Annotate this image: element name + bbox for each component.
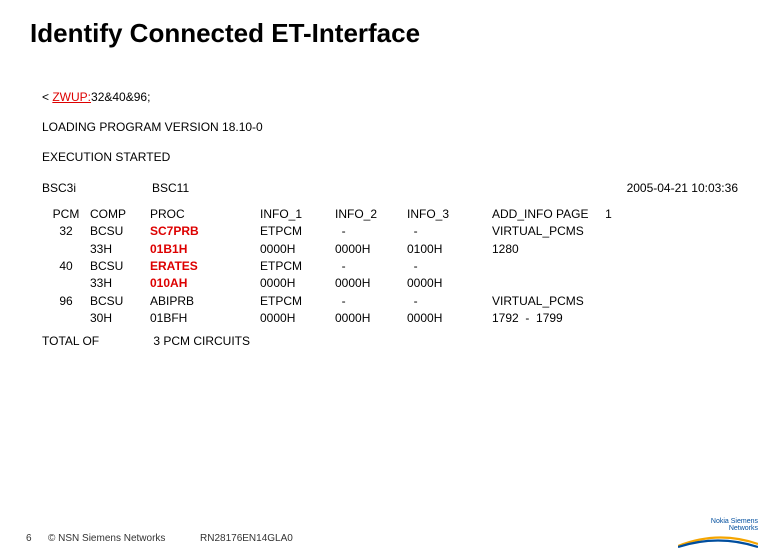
col-comp: COMP BCSU 33H BCSU 33H BCSU 30H — [90, 206, 150, 328]
command-line: < ZWUP:32&40&96; — [42, 89, 738, 105]
exec-line: EXECUTION STARTED — [42, 149, 738, 165]
bsc11-label: BSC11 — [152, 180, 189, 196]
bsc3i-label: BSC3i — [42, 180, 112, 196]
pcm-table: PCM 32 40 96 COMP BCSU 33H BCSU 33H BCSU… — [42, 206, 738, 328]
col-info3: INFO_3 - 0100H - 0000H - 0000H — [407, 206, 492, 328]
total-line: TOTAL OF 3 PCM CIRCUITS — [42, 333, 738, 349]
page-number: 6 — [26, 533, 48, 544]
total-value: 3 PCM CIRCUITS — [153, 334, 250, 348]
footer: 6 © NSN Siemens Networks RN28176EN14GLA0 — [0, 533, 780, 544]
col-info2: INFO_2 - 0000H - 0000H - 0000H — [335, 206, 407, 328]
nsn-logo-text: Nokia SiemensNetworks — [678, 518, 758, 532]
col-pcm: PCM 32 40 96 — [42, 206, 90, 328]
nsn-logo: Nokia SiemensNetworks — [678, 518, 758, 548]
total-label: TOTAL OF — [42, 333, 150, 349]
timestamp: 2005-04-21 10:03:36 — [627, 180, 738, 196]
cmd-args: 32&40&96; — [91, 90, 150, 104]
col-info1: INFO_1 ETPCM 0000H ETPCM 0000H ETPCM 000… — [260, 206, 335, 328]
nsn-swoop-icon — [678, 534, 758, 548]
doc-id: RN28176EN14GLA0 — [200, 533, 293, 544]
col-proc: PROC SC7PRB 01B1H ERATES 010AH ABIPRB 01… — [150, 206, 260, 328]
slide-body: < ZWUP:32&40&96; LOADING PROGRAM VERSION… — [42, 89, 738, 350]
loading-line: LOADING PROGRAM VERSION 18.10-0 — [42, 119, 738, 135]
slide-title: Identify Connected ET-Interface — [30, 18, 780, 49]
meta-row: BSC3i BSC11 2005-04-21 10:03:36 — [42, 180, 738, 196]
col-addinfo: ADD_INFO PAGE 1 VIRTUAL_PCMS 1280 VIRTUA… — [492, 206, 612, 328]
cmd-prefix: < — [42, 90, 52, 104]
cmd-zwup: ZWUP: — [52, 90, 91, 104]
copyright: © NSN Siemens Networks — [48, 533, 165, 544]
